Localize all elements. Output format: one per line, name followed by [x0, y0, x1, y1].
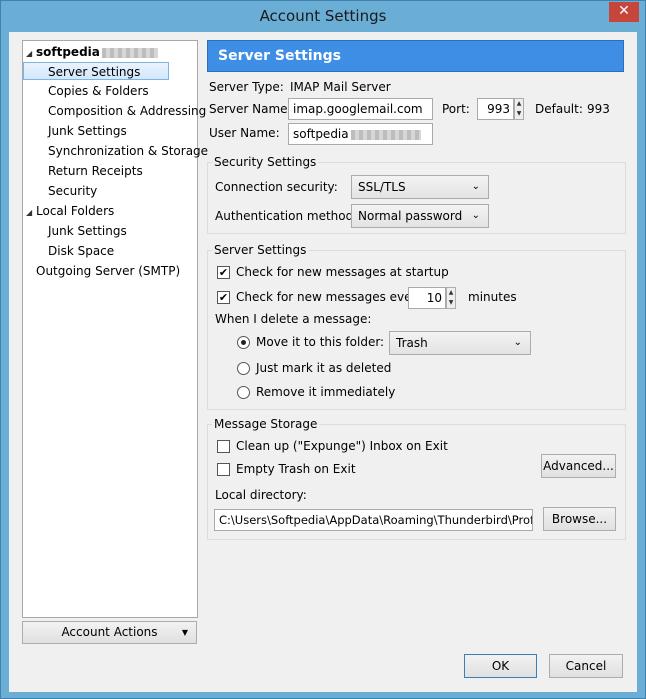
account-actions-label: Account Actions [61, 625, 158, 639]
spin-down-icon[interactable]: ▼ [515, 109, 523, 119]
chevron-down-icon: ⌄ [513, 337, 522, 348]
cancel-button[interactable]: Cancel [549, 654, 623, 678]
window-title: Account Settings [259, 7, 387, 25]
authentication-method-select[interactable]: Normal password ⌄ [351, 204, 489, 228]
spin-up-icon[interactable]: ▲ [447, 288, 455, 298]
check-every-checkbox[interactable]: ✔ [217, 291, 230, 304]
tree-item-copies-folders[interactable]: Copies & Folders [48, 82, 149, 100]
user-name-value: softpedia [293, 127, 349, 141]
check-startup-checkbox[interactable]: ✔ [217, 266, 230, 279]
blurred-email-image [101, 47, 158, 58]
empty-trash-checkbox[interactable] [217, 463, 230, 476]
spin-down-icon[interactable]: ▼ [447, 298, 455, 308]
expanded-arrow-icon[interactable]: ◢ [26, 45, 36, 63]
port-stepper[interactable]: ▲ ▼ [514, 98, 524, 120]
default-port-label: Default: [535, 102, 583, 116]
minutes-label: minutes [468, 290, 517, 304]
port-input[interactable]: 993 [477, 98, 514, 120]
delete-message-label: When I delete a message: [215, 312, 372, 326]
check-interval-stepper[interactable]: ▲ ▼ [446, 287, 456, 309]
local-directory-input[interactable]: C:\Users\Softpedia\AppData\Roaming\Thund… [214, 509, 533, 531]
chevron-down-icon: ⌄ [471, 181, 480, 192]
tree-item-disk-space[interactable]: Disk Space [48, 242, 114, 260]
account-settings-window: Account Settings ✕ ◢ softpedia Server Set… [0, 0, 646, 699]
default-port-value: 993 [587, 102, 610, 116]
close-window-button[interactable]: ✕ [609, 2, 639, 22]
mark-deleted-label[interactable]: Just mark it as deleted [256, 358, 391, 378]
local-folders-label: Local Folders [36, 204, 115, 218]
connection-security-value: SSL/TLS [358, 180, 406, 194]
port-label: Port: [442, 102, 470, 116]
connection-security-select[interactable]: SSL/TLS ⌄ [351, 175, 489, 199]
tree-item-local-junk[interactable]: Junk Settings [48, 222, 127, 240]
user-name-input[interactable]: softpedia [288, 123, 433, 145]
tree-item-synchronization[interactable]: Synchronization & Storage [48, 142, 208, 160]
dropdown-caret-icon: ▼ [181, 628, 188, 637]
security-settings-title: Security Settings [212, 154, 319, 170]
tree-item-return-receipts[interactable]: Return Receipts [48, 162, 143, 180]
account-tree: ◢ softpedia Server Settings Copies & Fold… [22, 40, 208, 618]
account-name: softpedia [36, 45, 100, 59]
user-name-label: User Name: [209, 126, 280, 140]
server-settings-title: Server Settings [212, 242, 309, 258]
tree-item-composition[interactable]: Composition & Addressing [48, 102, 206, 120]
browse-button[interactable]: Browse... [543, 507, 616, 531]
authentication-method-value: Normal password [358, 209, 463, 223]
expanded-arrow-icon[interactable]: ◢ [26, 204, 36, 222]
move-to-folder-radio[interactable] [237, 336, 250, 349]
server-type-value: IMAP Mail Server [290, 80, 391, 94]
server-type-label: Server Type: [209, 80, 284, 94]
tree-item-outgoing-server[interactable]: Outgoing Server (SMTP) [36, 262, 180, 280]
remove-immediately-label[interactable]: Remove it immediately [256, 382, 395, 402]
blurred-email-image [350, 129, 421, 140]
account-actions-button[interactable]: Account Actions ▼ [22, 621, 197, 644]
tree-item-junk-settings[interactable]: Junk Settings [48, 122, 127, 140]
server-name-input[interactable]: imap.googlemail.com [288, 98, 433, 120]
local-directory-label: Local directory: [215, 488, 307, 502]
ok-button[interactable]: OK [464, 654, 537, 678]
trash-folder-select[interactable]: Trash ⌄ [389, 331, 531, 355]
tree-item-local-folders[interactable]: ◢ Local Folders [26, 202, 114, 220]
move-to-folder-label[interactable]: Move it to this folder: [256, 332, 384, 352]
tree-item-server-settings[interactable]: Server Settings [23, 62, 169, 80]
tree-item-security[interactable]: Security [48, 182, 97, 200]
dialog-client-area: ◢ softpedia Server Settings Copies & Fold… [9, 32, 637, 692]
authentication-method-label: Authentication method: [215, 209, 358, 223]
trash-folder-value: Trash [396, 336, 428, 350]
empty-trash-label[interactable]: Empty Trash on Exit [236, 459, 356, 479]
message-storage-title: Message Storage [212, 416, 320, 432]
cleanup-inbox-checkbox[interactable] [217, 440, 230, 453]
chevron-down-icon: ⌄ [471, 210, 480, 221]
check-startup-label[interactable]: Check for new messages at startup [236, 262, 449, 282]
tree-item-account[interactable]: ◢ softpedia [26, 43, 158, 61]
spin-up-icon[interactable]: ▲ [515, 99, 523, 109]
connection-security-label: Connection security: [215, 180, 338, 194]
check-interval-input[interactable]: 10 [408, 287, 446, 309]
check-every-label[interactable]: Check for new messages every [236, 287, 424, 307]
remove-immediately-radio[interactable] [237, 386, 250, 399]
server-name-label: Server Name: [209, 102, 292, 116]
advanced-button[interactable]: Advanced... [541, 454, 616, 478]
page-title: Server Settings [207, 40, 624, 72]
mark-deleted-radio[interactable] [237, 362, 250, 375]
cleanup-inbox-label[interactable]: Clean up ("Expunge") Inbox on Exit [236, 436, 448, 456]
